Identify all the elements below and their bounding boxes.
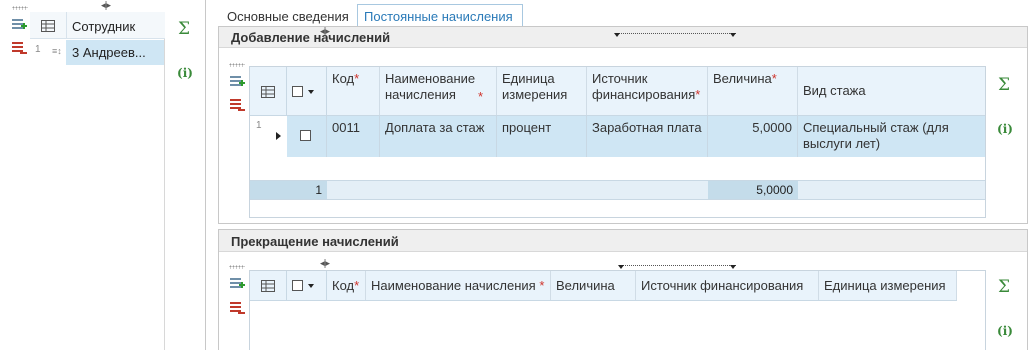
select-all-checkbox-2[interactable] bbox=[292, 280, 303, 291]
employee-column-header[interactable]: Сотрудник bbox=[72, 19, 135, 34]
grid-settings-icon-3[interactable] bbox=[261, 280, 275, 292]
col-header-value[interactable]: Величина* bbox=[708, 67, 798, 115]
grid-settings-icon-2[interactable] bbox=[261, 86, 275, 98]
footer-count: 1 bbox=[250, 181, 327, 199]
sum-icon[interactable]: Σ bbox=[178, 19, 190, 39]
drag-handle[interactable] bbox=[12, 6, 28, 10]
column-drag-zone-2 bbox=[620, 265, 736, 266]
tab-permanent-accruals[interactable]: Постоянные начисления bbox=[357, 4, 523, 27]
col-header-unit[interactable]: Единица измерения bbox=[497, 67, 587, 115]
row-select-cell[interactable] bbox=[287, 116, 327, 157]
footer-value-total: 5,0000 bbox=[708, 181, 798, 199]
table-row[interactable]: 1 0011 Доплата за стаж процент Заработна… bbox=[250, 116, 985, 157]
vertical-splitter[interactable] bbox=[205, 0, 207, 350]
row-number: 1 bbox=[256, 120, 262, 131]
col-header-source[interactable]: Источник финансирования* bbox=[587, 67, 708, 115]
col-header-name[interactable]: Наименование начисления * bbox=[380, 67, 497, 115]
add-section-title: Добавление начислений bbox=[231, 30, 391, 45]
cell-code[interactable]: 0011 bbox=[327, 116, 380, 157]
cell-source[interactable]: Заработная плата bbox=[587, 116, 708, 157]
cell-seniority[interactable]: Специальный стаж (для выслуги лет) bbox=[798, 116, 985, 157]
stop-section-header: Прекращение начислений bbox=[219, 230, 1027, 252]
drag-handle-2[interactable] bbox=[229, 63, 245, 67]
row-number: 1 bbox=[35, 44, 41, 55]
add-grid-header: Код* Наименование начисления * Единица из… bbox=[250, 67, 985, 116]
select-all-header[interactable] bbox=[287, 67, 327, 116]
add-accruals-grid: Код* Наименование начисления * Единица из… bbox=[249, 66, 986, 218]
stop-grid-header: Код* Наименование начисления * Величина … bbox=[250, 271, 957, 301]
sum-icon-2[interactable]: Σ bbox=[998, 75, 1010, 95]
add-grid-footer: 1 5,0000 bbox=[250, 180, 985, 200]
tab-basic-info[interactable]: Основные сведения bbox=[219, 6, 357, 27]
select-all-header-2[interactable] bbox=[287, 271, 327, 301]
col-header-code[interactable]: Код* bbox=[327, 67, 380, 115]
grid-settings-icon[interactable] bbox=[41, 20, 55, 32]
employee-list: Сотрудник 1 ≡↕ 3 Андреев... bbox=[30, 12, 165, 350]
column-resize-grip-2[interactable]: ◂|▸ bbox=[320, 27, 330, 37]
employee-list-header: Сотрудник bbox=[30, 12, 165, 39]
col-header-source-2[interactable]: Источник финансирования bbox=[636, 271, 819, 300]
stop-section-title: Прекращение начислений bbox=[231, 234, 399, 249]
column-resize-grip-3[interactable]: ◂|▸ bbox=[320, 259, 330, 269]
col-header-seniority[interactable]: Вид стажа bbox=[798, 67, 985, 115]
info-icon-3[interactable]: (i) bbox=[996, 322, 1014, 340]
delete-row-icon-2[interactable] bbox=[229, 97, 245, 113]
col-header-code-2[interactable]: Код* bbox=[327, 271, 366, 300]
add-row-icon-3[interactable] bbox=[229, 276, 245, 292]
add-section-header: Добавление начислений bbox=[219, 27, 1027, 48]
employee-name: 3 Андреев... bbox=[72, 45, 146, 60]
add-row-icon-2[interactable] bbox=[229, 74, 245, 90]
chevron-down-icon[interactable] bbox=[308, 90, 314, 94]
col-header-unit-2[interactable]: Единица измерения bbox=[819, 271, 957, 300]
drag-handle-3[interactable] bbox=[229, 265, 245, 269]
cell-name[interactable]: Доплата за стаж bbox=[380, 116, 497, 157]
info-icon-2[interactable]: (i) bbox=[996, 120, 1014, 138]
col-header-name-2[interactable]: Наименование начисления * bbox=[366, 271, 551, 300]
chevron-down-icon-2[interactable] bbox=[308, 284, 314, 288]
sum-icon-3[interactable]: Σ bbox=[998, 277, 1010, 297]
cell-value[interactable]: 5,0000 bbox=[708, 116, 798, 157]
column-drag-zone bbox=[616, 33, 736, 34]
row-checkbox[interactable] bbox=[300, 130, 311, 141]
stop-accruals-grid: Код* Наименование начисления * Величина … bbox=[249, 270, 986, 350]
column-resize-grip[interactable]: ◂|▸ bbox=[101, 1, 111, 11]
delete-row-icon[interactable] bbox=[11, 40, 27, 56]
row-marker-icon: ≡↕ bbox=[52, 46, 62, 56]
delete-row-icon-3[interactable] bbox=[229, 300, 245, 316]
col-header-value-2[interactable]: Величина bbox=[551, 271, 636, 300]
info-icon[interactable]: (i) bbox=[176, 64, 194, 82]
current-row-indicator-icon bbox=[276, 132, 281, 140]
add-row-icon[interactable] bbox=[11, 17, 27, 33]
cell-unit[interactable]: процент bbox=[497, 116, 587, 157]
employee-row[interactable]: 1 ≡↕ 3 Андреев... bbox=[30, 40, 165, 65]
select-all-checkbox[interactable] bbox=[292, 86, 303, 97]
